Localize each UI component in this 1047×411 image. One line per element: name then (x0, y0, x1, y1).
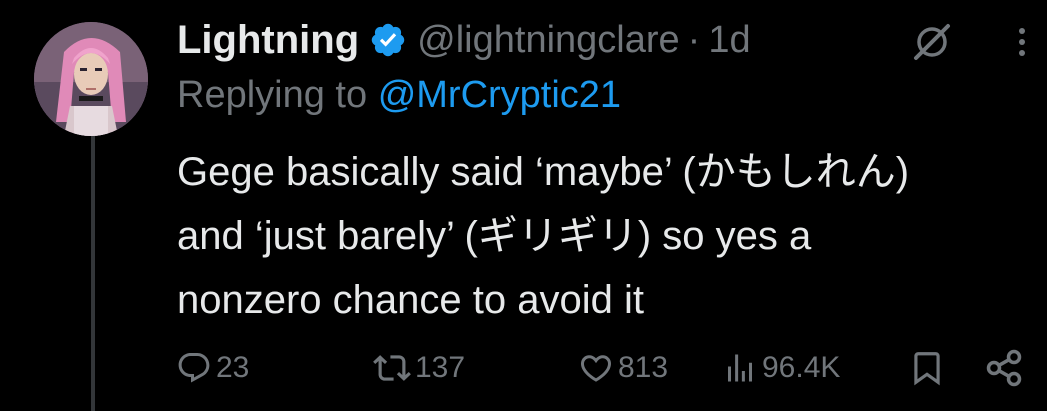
reply-button[interactable]: 23 (176, 340, 249, 396)
display-name[interactable]: Lightning (177, 18, 359, 63)
separator-dot: · (687, 18, 701, 61)
replying-prefix: Replying to (177, 74, 368, 116)
views-count: 96.4K (762, 351, 841, 384)
like-count: 813 (618, 351, 669, 384)
share-button[interactable] (984, 340, 1024, 396)
tweet-text: Gege basically said ‘maybe’ (かもしれん) and … (177, 140, 1037, 332)
avatar[interactable] (34, 22, 148, 136)
verified-badge-icon (369, 21, 407, 59)
handle[interactable]: @lightningclare (417, 19, 680, 62)
tweet-text-line: and ‘just barely’ (ギリギリ) so yes a (177, 214, 812, 258)
reply-count: 23 (216, 351, 250, 384)
repost-button[interactable]: 137 (373, 340, 465, 396)
more-icon[interactable] (1008, 22, 1036, 62)
timestamp[interactable]: 1d (708, 19, 750, 62)
like-icon (580, 355, 612, 382)
action-bar: 23 137 813 96.4K (0, 340, 1047, 396)
grok-icon[interactable] (908, 18, 956, 66)
like-button[interactable]: 813 (578, 340, 668, 396)
repost-icon (373, 355, 411, 381)
avatar-image (34, 22, 148, 136)
share-icon (986, 349, 1022, 387)
reply-mention-link[interactable]: @MrCryptic21 (378, 74, 621, 116)
replying-to: Replying to @MrCryptic21 (177, 74, 621, 117)
reply-icon (178, 353, 210, 383)
bookmark-button[interactable] (908, 340, 946, 396)
repost-count: 137 (415, 351, 466, 384)
tweet-text-line: nonzero chance to avoid it (177, 278, 644, 322)
bookmark-icon (914, 352, 940, 386)
views-icon (728, 354, 752, 382)
views-button[interactable]: 96.4K (722, 340, 840, 396)
tweet-header: Lightning @lightningclare · 1d (177, 12, 751, 68)
tweet-text-line: Gege basically said ‘maybe’ (かもしれん) (177, 150, 910, 194)
